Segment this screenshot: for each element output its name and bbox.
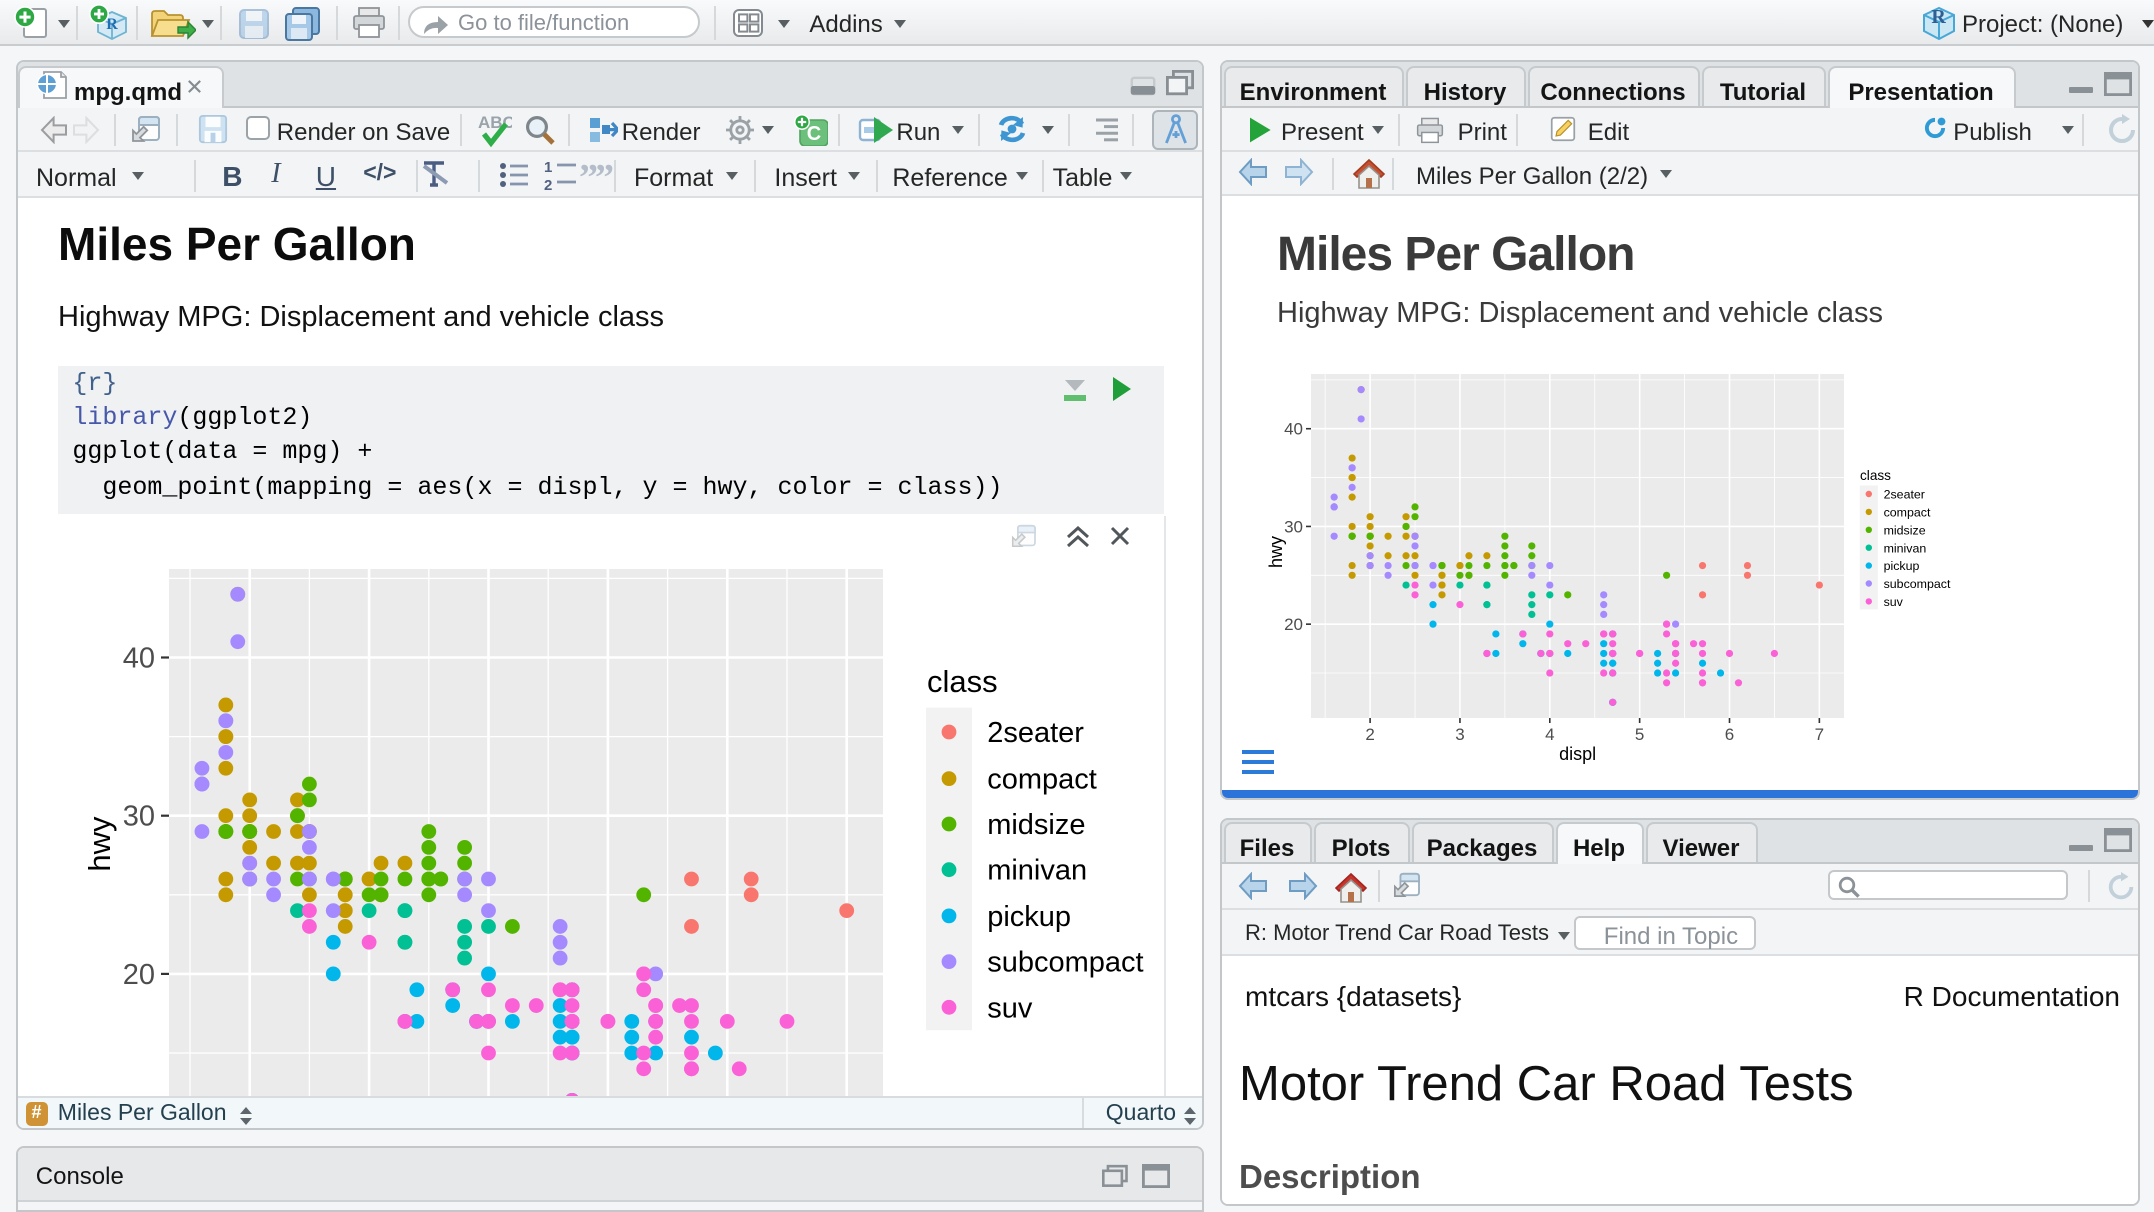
svg-text:6: 6 bbox=[1725, 725, 1734, 744]
svg-text:2: 2 bbox=[1365, 725, 1374, 744]
svg-text:2seater: 2seater bbox=[987, 716, 1084, 748]
svg-text:hwy: hwy bbox=[1266, 536, 1286, 568]
svg-text:R: R bbox=[106, 16, 118, 33]
svg-text:40: 40 bbox=[1284, 420, 1303, 439]
svg-text:class: class bbox=[1860, 468, 1891, 483]
svg-text:30: 30 bbox=[1284, 517, 1303, 536]
svg-text:C: C bbox=[807, 122, 821, 144]
svg-text:minivan: minivan bbox=[987, 854, 1087, 886]
svg-text:7: 7 bbox=[1815, 725, 1824, 744]
svg-text:2seater: 2seater bbox=[1884, 488, 1925, 502]
svg-text:4: 4 bbox=[1545, 725, 1554, 744]
svg-text:R: R bbox=[1931, 6, 1946, 28]
svg-text:suv: suv bbox=[987, 991, 1033, 1023]
svg-text:20: 20 bbox=[1284, 615, 1303, 634]
svg-text:3: 3 bbox=[1455, 725, 1464, 744]
svg-text:pickup: pickup bbox=[987, 900, 1071, 932]
svg-text:hwy: hwy bbox=[82, 815, 117, 871]
svg-text:40: 40 bbox=[123, 642, 155, 674]
svg-text:ABC: ABC bbox=[477, 113, 511, 132]
svg-text:compact: compact bbox=[987, 763, 1097, 795]
svg-text:5: 5 bbox=[1635, 725, 1644, 744]
svg-text:class: class bbox=[927, 663, 998, 698]
svg-text:pickup: pickup bbox=[1884, 559, 1920, 573]
svg-text:subcompact: subcompact bbox=[987, 946, 1143, 978]
svg-text:20: 20 bbox=[123, 958, 155, 990]
svg-text:minivan: minivan bbox=[1884, 541, 1927, 555]
svg-text:midsize: midsize bbox=[1884, 523, 1926, 537]
svg-text:midsize: midsize bbox=[987, 808, 1085, 840]
svg-text:compact: compact bbox=[1884, 506, 1931, 520]
svg-text:suv: suv bbox=[1884, 595, 1904, 609]
svg-text:30: 30 bbox=[123, 800, 155, 832]
svg-text:displ: displ bbox=[1559, 744, 1596, 764]
svg-text:1: 1 bbox=[544, 159, 552, 175]
svg-text:2: 2 bbox=[544, 176, 552, 189]
svg-text:subcompact: subcompact bbox=[1884, 577, 1951, 591]
